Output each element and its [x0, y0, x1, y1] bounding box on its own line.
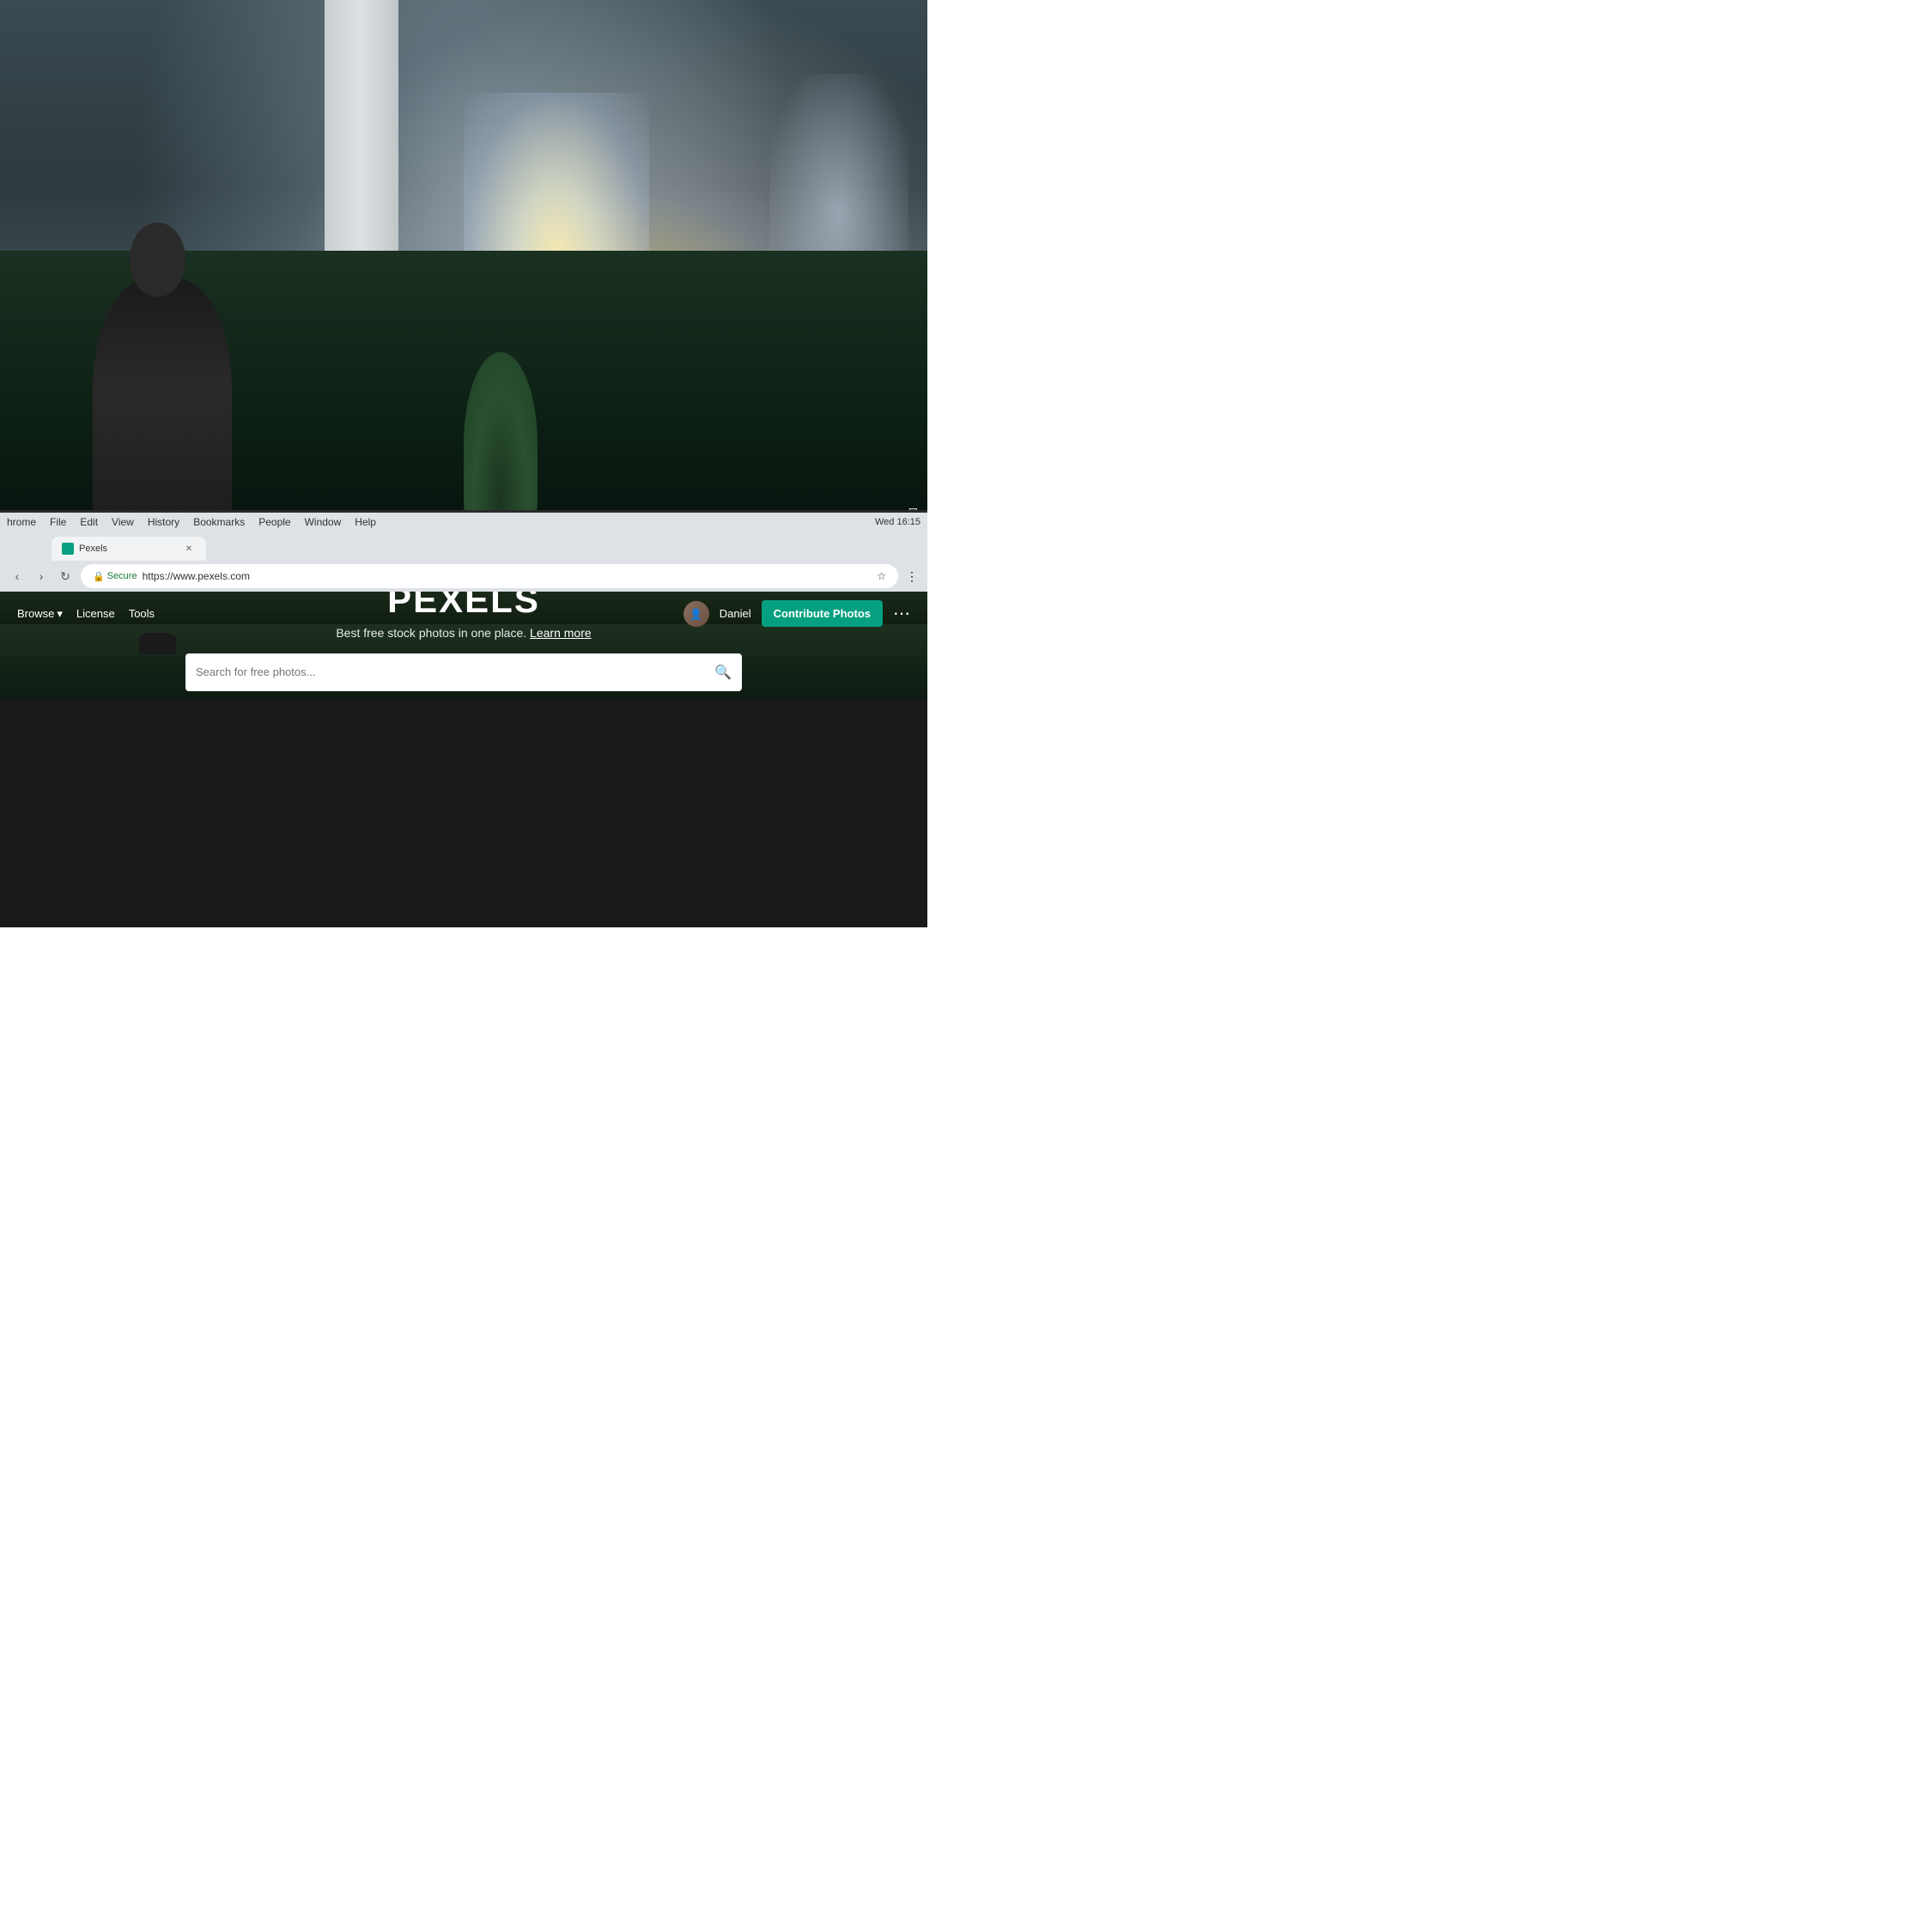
menu-window[interactable]: Window	[305, 516, 342, 528]
search-icon[interactable]: 🔍	[714, 664, 732, 681]
refresh-button[interactable]: ↻	[55, 566, 76, 586]
browse-label: Browse	[17, 607, 54, 620]
back-button[interactable]: ‹	[7, 566, 27, 586]
menu-file[interactable]: File	[50, 516, 66, 528]
menu-help[interactable]: Help	[355, 516, 376, 528]
browse-chevron-icon: ▾	[57, 607, 63, 621]
browse-button[interactable]: Browse ▾	[17, 607, 63, 621]
menu-view[interactable]: View	[112, 516, 134, 528]
browser-tab-pexels[interactable]: Pexels ✕	[52, 537, 206, 561]
address-bar[interactable]: 🔒 Secure https://www.pexels.com ☆	[81, 564, 898, 588]
address-bar-right: ☆	[877, 570, 886, 582]
tab-title: Pexels	[79, 544, 177, 554]
secure-badge: 🔒 Secure	[93, 571, 137, 582]
tab-favicon	[62, 543, 74, 555]
address-url: https://www.pexels.com	[143, 570, 250, 582]
toolbar-icons: ⋮	[903, 568, 920, 585]
menu-app-name[interactable]: hrome	[7, 516, 36, 528]
search-bar[interactable]: 🔍	[185, 653, 742, 691]
menu-bar-right: Wed 16:15	[875, 517, 920, 527]
tools-button[interactable]: Tools	[129, 607, 155, 620]
license-button[interactable]: License	[76, 607, 115, 620]
hero-tagline: Best free stock photos in one place. Lea…	[185, 626, 742, 640]
tab-bar: Pexels ✕	[0, 532, 927, 561]
pexels-nav-left: Browse ▾ License Tools	[17, 607, 155, 621]
hero-person-silhouette	[139, 633, 176, 654]
forward-button[interactable]: ›	[31, 566, 52, 586]
learn-more-link[interactable]: Learn more	[530, 626, 592, 640]
menu-bar: hrome File Edit View History Bookmarks P…	[0, 513, 927, 532]
lock-icon: 🔒	[93, 571, 105, 582]
search-input[interactable]	[196, 665, 708, 678]
contribute-photos-button[interactable]: Contribute Photos	[762, 600, 883, 627]
secure-label: Secure	[107, 571, 137, 581]
person-head	[130, 222, 185, 296]
hero-content: PEXELS Best free stock photos in one pla…	[185, 592, 742, 699]
tab-close-button[interactable]: ✕	[182, 542, 196, 556]
menu-people[interactable]: People	[258, 516, 290, 528]
menu-edit[interactable]: Edit	[80, 516, 98, 528]
extensions-button[interactable]: ⋮	[903, 568, 920, 585]
system-time: Wed 16:15	[875, 517, 920, 527]
address-bar-row: ‹ › ↻ 🔒 Secure https://www.pexels.com ☆ …	[0, 561, 927, 592]
browser-chrome: hrome File Edit View History Bookmarks P…	[0, 513, 927, 592]
pexels-hero: Browse ▾ License Tools 👤 Daniel Contribu…	[0, 592, 927, 699]
menu-bookmarks[interactable]: Bookmarks	[193, 516, 245, 528]
nav-buttons: ‹ › ↻	[7, 566, 76, 586]
screen-container: hrome File Edit View History Bookmarks P…	[0, 510, 927, 927]
pexels-logo: PEXELS	[185, 592, 742, 621]
bookmark-star-icon[interactable]: ☆	[877, 570, 886, 582]
more-options-button[interactable]: ⋯	[893, 603, 910, 624]
pexels-website: Browse ▾ License Tools 👤 Daniel Contribu…	[0, 592, 927, 699]
menu-history[interactable]: History	[148, 516, 179, 528]
